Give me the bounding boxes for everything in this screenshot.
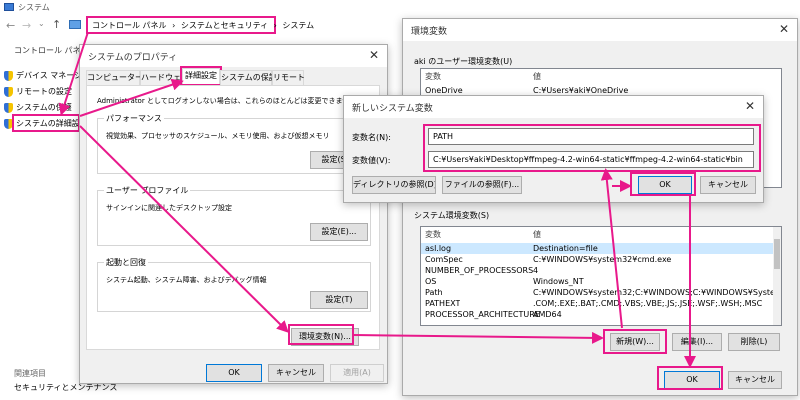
back-arrow-icon[interactable]: ←	[6, 19, 15, 32]
breadcrumb-separator: ›	[273, 21, 277, 30]
header-variable: 変数	[425, 72, 441, 81]
up-arrow-icon[interactable]: ↑	[52, 18, 61, 31]
variable-value: C:¥WINDOWS¥system32¥cmd.exe	[533, 255, 672, 264]
control-panel-icon	[69, 20, 81, 29]
variable-value: AMD64	[533, 310, 562, 319]
newvar-ok-highlight	[630, 172, 696, 196]
dialog-title: システムのプロパティ	[88, 53, 178, 63]
variable-name: PATHEXT	[425, 299, 461, 308]
advanced-tab-highlight	[180, 66, 222, 86]
header-variable: 変数	[425, 230, 441, 239]
variable-value: .COM;.EXE;.BAT;.CMD;.VBS;.VBE;.JS;.JSE;.…	[533, 299, 763, 308]
vertical-scrollbar[interactable]	[773, 227, 781, 325]
dialog-titlebar: システムのプロパティ ✕	[80, 45, 387, 67]
browse-file-button[interactable]: ファイルの参照(F)...	[442, 176, 522, 194]
variable-value: 4	[533, 266, 539, 275]
breadcrumb-item-system[interactable]: システム	[282, 21, 314, 30]
tab-hardware[interactable]: ハードウェア	[140, 70, 189, 85]
variable-name: OS	[425, 277, 437, 286]
user-profile-group: ユーザー プロファイル サインインに関連したデスクトップ設定 設定(E)...	[97, 185, 371, 246]
variable-value: Destination=file	[533, 244, 598, 253]
breadcrumb-separator: ›	[172, 21, 176, 30]
shield-icon	[4, 70, 13, 81]
dialog-title: 新しいシステム変数	[352, 104, 433, 114]
variable-name: ComSpec	[425, 255, 463, 264]
group-legend: 起動と回復	[104, 257, 148, 268]
table-row[interactable]: PATHEXT .COM;.EXE;.BAT;.CMD;.VBS;.VBE;.J…	[421, 298, 775, 309]
table-row[interactable]: Path C:¥WINDOWS¥system32;C:¥WINDOWS;C:¥W…	[421, 287, 775, 298]
breadcrumb-item-control-panel[interactable]: コントロール パネル	[92, 21, 167, 30]
close-icon[interactable]: ✕	[779, 22, 789, 36]
group-legend: ユーザー プロファイル	[104, 185, 191, 196]
new-button-highlight	[603, 329, 667, 354]
sidebar-item-label: リモートの設定	[16, 87, 72, 96]
variable-value-label: 変数値(V):	[352, 156, 391, 165]
window-title: システム	[18, 3, 50, 12]
dialog-title: 環境変数	[411, 27, 448, 37]
sidebar-item-label: システムの保護	[16, 103, 72, 112]
group-legend: パフォーマンス	[104, 113, 164, 124]
header-value: 値	[533, 72, 541, 81]
browse-directory-button[interactable]: ディレクトリの参照(D)...	[352, 176, 436, 194]
sysprops-ok-button[interactable]: OK	[206, 364, 262, 382]
list-header: 変数 値	[421, 71, 781, 82]
advanced-settings-highlight	[12, 114, 80, 132]
envvars-ok-highlight	[657, 366, 723, 390]
tab-system-protection[interactable]: システムの保護	[220, 70, 277, 85]
list-header: 変数 値	[421, 229, 775, 240]
table-row[interactable]: PROCESSOR_ARCHITECTURE AMD64	[421, 309, 775, 320]
startup-settings-button[interactable]: 設定(T)	[310, 291, 368, 309]
sidebar-item-remote[interactable]: リモートの設定	[4, 86, 72, 97]
scrollbar-thumb[interactable]	[774, 239, 780, 269]
variable-name: NUMBER_OF_PROCESSORS	[425, 266, 534, 275]
variable-value: Windows_NT	[533, 277, 584, 286]
forward-arrow-icon[interactable]: →	[22, 19, 31, 32]
performance-group: パフォーマンス 視覚効果、プロセッサのスケジュール、メモリ使用、および仮想メモリ…	[97, 113, 371, 174]
startup-group: 起動と回復 システム起動、システム障害、およびデバッグ情報 設定(T)	[97, 257, 371, 312]
system-variables-label: システム環境変数(S)	[414, 211, 490, 220]
profile-settings-button[interactable]: 設定(E)...	[310, 223, 368, 241]
variable-name: asl.log	[425, 244, 452, 253]
system-app-icon	[4, 3, 14, 11]
breadcrumb-item-security[interactable]: システムとセキュリティ	[181, 21, 268, 30]
table-row[interactable]: asl.log Destination=file	[421, 243, 775, 254]
user-variables-label: aki のユーザー環境変数(U)	[414, 57, 513, 66]
profile-desc: サインインに関連したデスクトップ設定	[106, 204, 232, 212]
dialog-titlebar: 環境変数 ✕	[403, 19, 797, 41]
variable-value: C:¥WINDOWS¥system32;C:¥WINDOWS;C:¥WINDOW…	[533, 288, 773, 297]
performance-desc: 視覚効果、プロセッサのスケジュール、メモリ使用、および仮想メモリ	[106, 132, 330, 140]
system-variables-list[interactable]: 変数 値 asl.log Destination=file ComSpec C:…	[420, 226, 782, 326]
variable-name: Path	[425, 288, 443, 297]
newvar-cancel-button[interactable]: キャンセル	[700, 176, 756, 194]
tab-panel: Administrator としてログオンしない場合は、これらのほとんどは変更で…	[86, 85, 380, 350]
table-row[interactable]: OS Windows_NT	[421, 276, 775, 287]
table-row[interactable]: ComSpec C:¥WINDOWS¥system32¥cmd.exe	[421, 254, 775, 265]
variable-name: PROCESSOR_ARCHITECTURE	[425, 310, 540, 319]
related-title: 関連項目	[14, 369, 46, 378]
table-row[interactable]: NUMBER_OF_PROCESSORS 4	[421, 265, 775, 276]
chevron-down-icon[interactable]: ⌄	[38, 19, 45, 28]
shield-icon	[4, 86, 13, 97]
new-variable-fields-highlight	[423, 124, 761, 172]
address-bar[interactable]: コントロール パネル › システムとセキュリティ › システム	[86, 16, 314, 34]
delete-variable-button[interactable]: 削除(L)	[728, 333, 780, 351]
variable-name-label: 変数名(N):	[352, 133, 391, 142]
envvars-cancel-button[interactable]: キャンセル	[728, 371, 782, 389]
shield-icon	[4, 102, 13, 113]
header-value: 値	[533, 230, 541, 239]
sysprops-cancel-button[interactable]: キャンセル	[268, 364, 324, 382]
env-button-highlight	[288, 324, 354, 345]
sysprops-apply-button[interactable]: 適用(A)	[330, 364, 384, 382]
explorer-titlebar: システム	[0, 0, 800, 14]
admin-note: Administrator としてログオンしない場合は、これらのほとんどは変更で…	[97, 97, 364, 105]
close-icon[interactable]: ✕	[745, 99, 755, 113]
dialog-titlebar: 新しいシステム変数 ✕	[344, 96, 763, 118]
breadcrumb: コントロール パネル › システムとセキュリティ › システム	[92, 20, 314, 31]
startup-desc: システム起動、システム障害、およびデバッグ情報	[106, 276, 267, 284]
sidebar-item-protection[interactable]: システムの保護	[4, 102, 72, 113]
tab-remote[interactable]: リモート	[272, 70, 305, 85]
tab-computer-name[interactable]: コンピューター名	[86, 70, 151, 85]
close-icon[interactable]: ✕	[369, 48, 379, 62]
edit-variable-button[interactable]: 編集(I)...	[672, 333, 722, 351]
